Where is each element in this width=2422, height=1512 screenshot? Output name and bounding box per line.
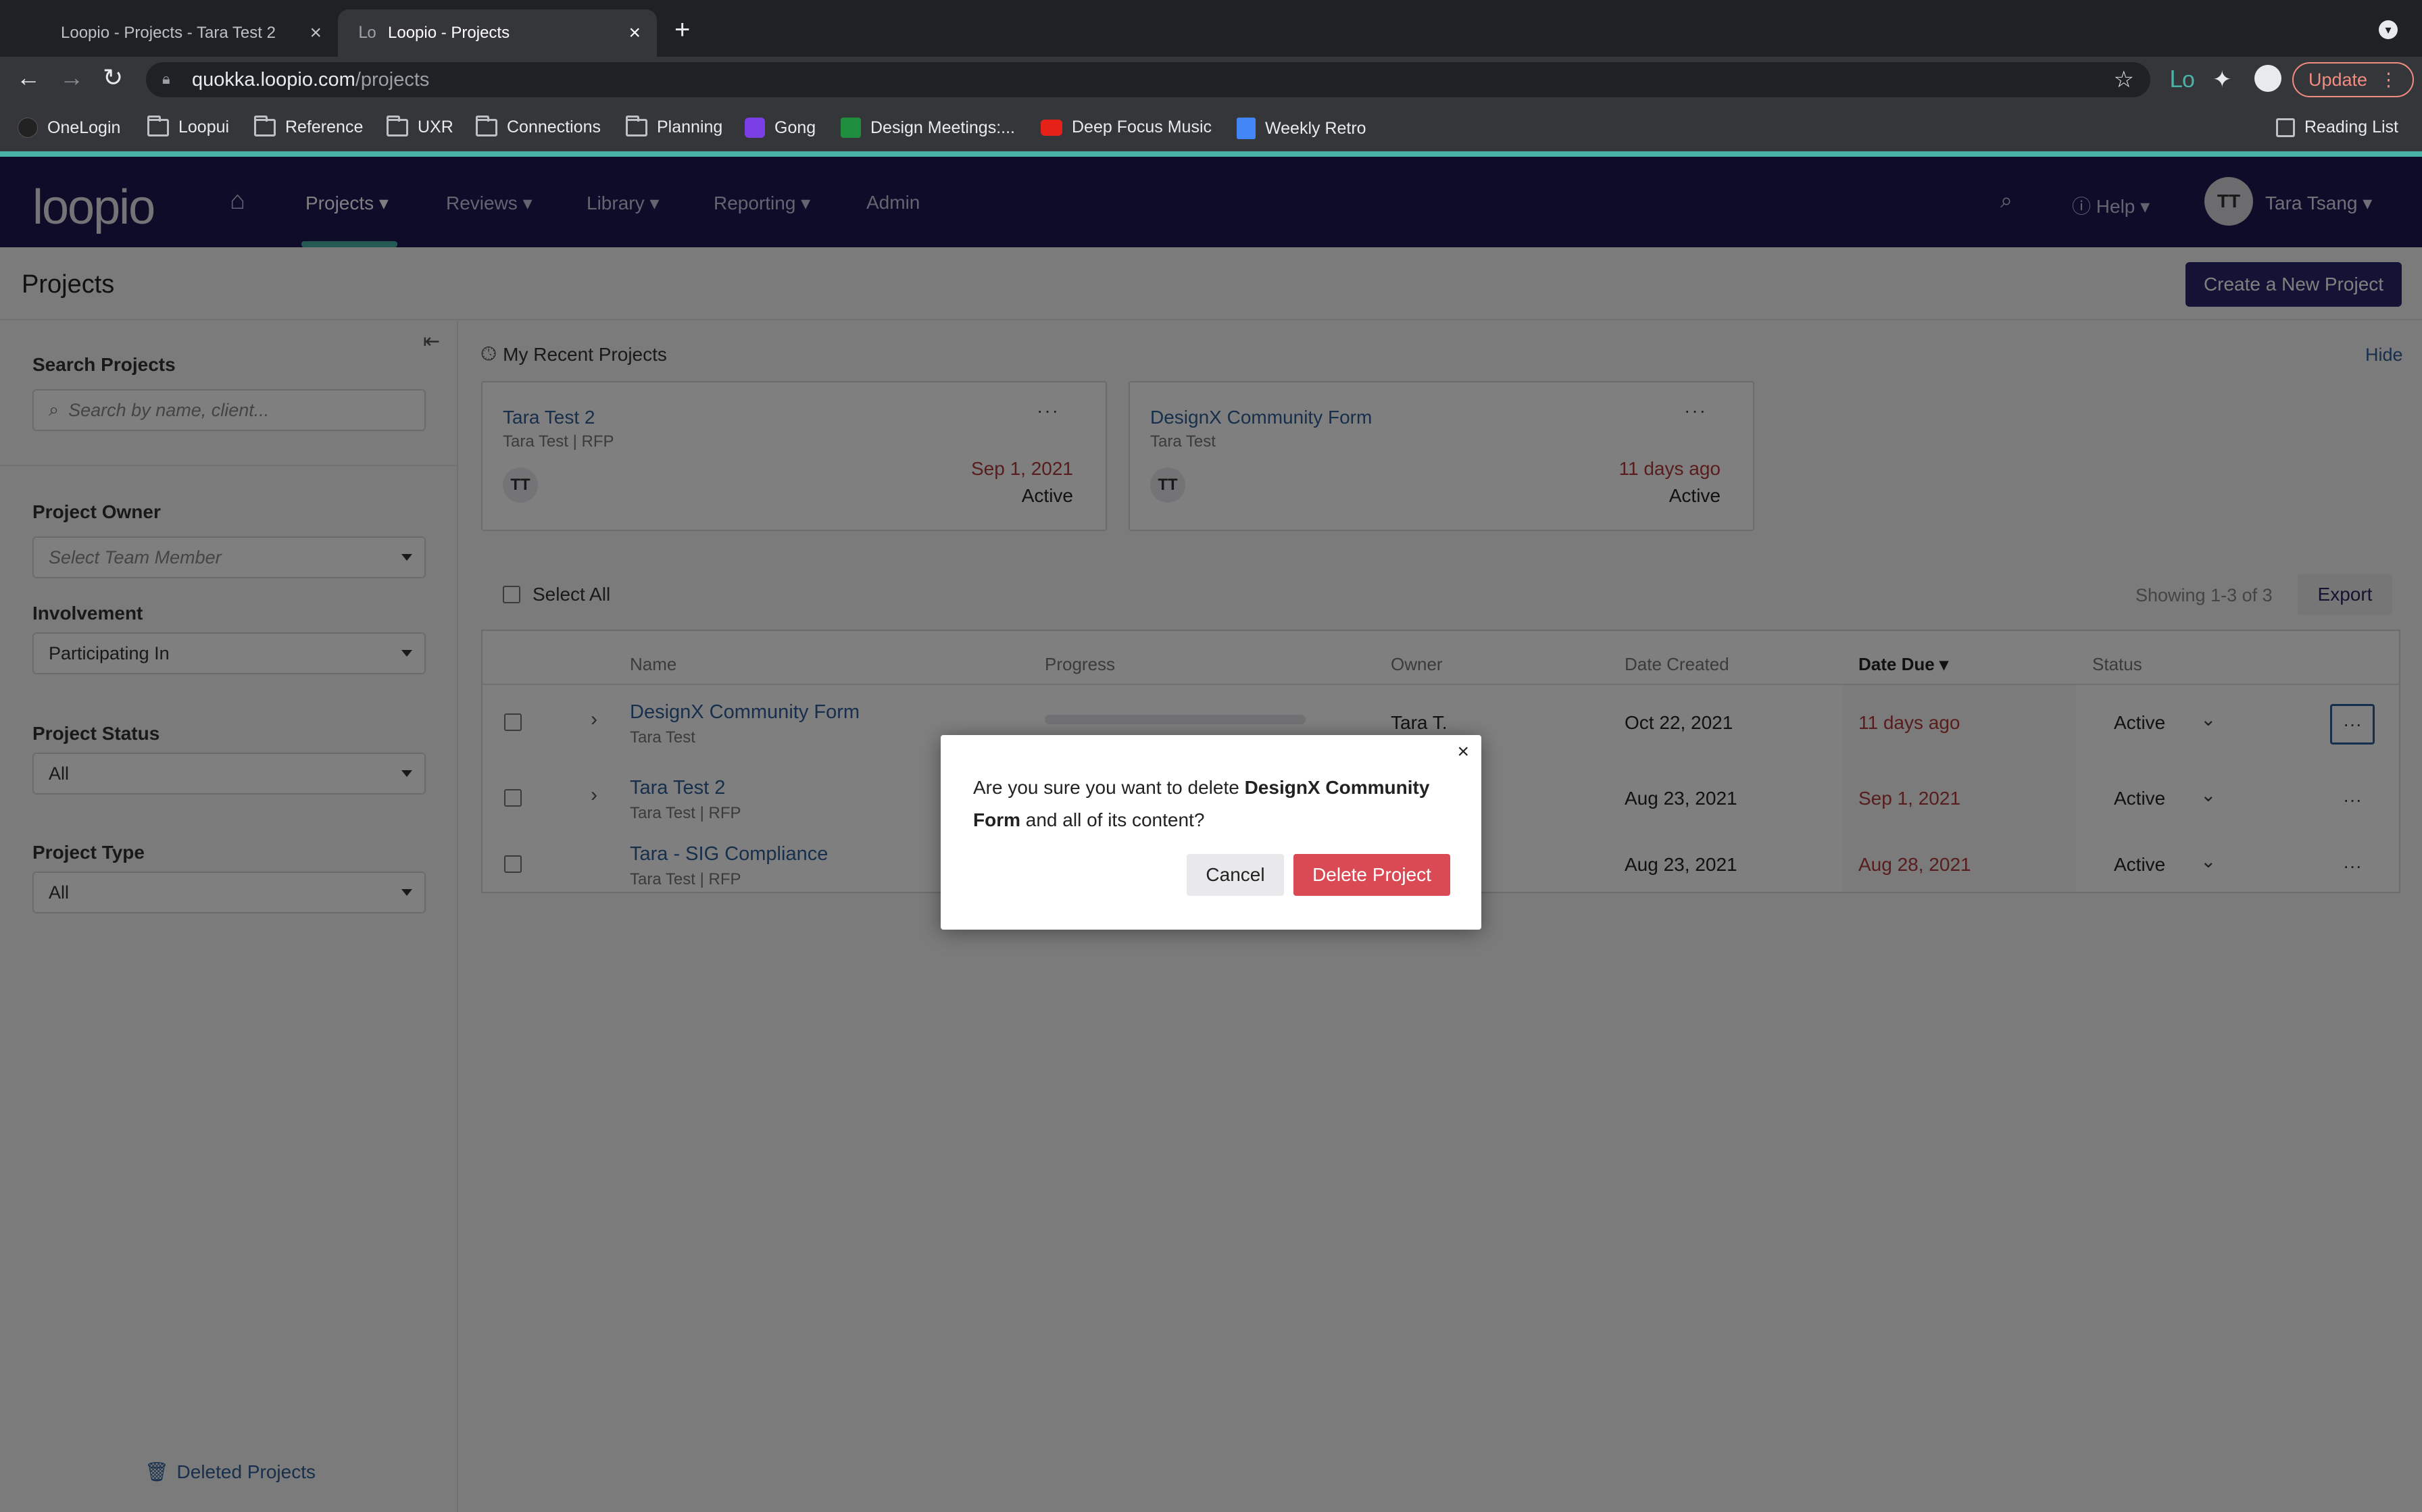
bookmark-label: Loopui [178,118,230,136]
reading-list-label: Reading List [2304,118,2398,136]
folder-icon [476,115,497,136]
more-vertical-icon: ⋮ [2379,69,2398,90]
close-icon[interactable]: × [310,22,322,45]
lock-icon: 🔒︎ [162,70,170,87]
docs-icon [1237,118,1256,139]
gong-icon [745,118,765,138]
folder-icon [254,115,276,136]
onelogin-icon [18,118,38,138]
loopio-favicon-icon: ᒪo [358,24,376,42]
bookmark-weekly-retro[interactable]: Weekly Retro [1237,118,1366,139]
bookmark-connections[interactable]: Connections [476,115,601,137]
loopio-extension-icon[interactable]: ᒪo [2169,66,2195,93]
forward-icon[interactable]: → [59,64,84,92]
youtube-icon [1041,119,1062,136]
close-icon[interactable]: × [628,22,641,45]
tab-search-icon[interactable]: ▾ [2379,20,2398,39]
bookmark-label: Planning [657,118,723,136]
bookmark-gong[interactable]: Gong [745,118,816,138]
address-bar[interactable]: 🔒︎ quokka.loopio.com/projects ☆ [146,62,2150,97]
extensions-puzzle-icon[interactable]: ✦ [2213,66,2232,93]
bookmarks-bar: OneLogin Loopui Reference UXR Connection… [0,103,2422,151]
tab-title: Loopio - Projects [388,24,510,42]
url-text[interactable]: quokka.loopio.com/projects [192,69,429,91]
bookmark-label: Deep Focus Music [1072,118,1212,136]
bookmark-label: Weekly Retro [1265,118,1366,138]
browser-toolbar: ← → ↻ 🔒︎ quokka.loopio.com/projects ☆ ᒪo… [0,57,2422,103]
accent-line [0,151,2422,157]
update-button[interactable]: Update ⋮ [2292,62,2414,97]
dialog-message: Are you sure you want to delete DesignX … [973,772,1460,836]
reading-list-icon [2276,118,2295,137]
bookmark-label: Gong [774,118,816,137]
new-tab-icon[interactable]: + [674,15,690,45]
close-icon[interactable]: × [1457,740,1469,763]
bookmark-label: Reference [285,118,364,136]
bookmark-label: Connections [507,118,601,136]
bookmark-uxr[interactable]: UXR [387,115,453,137]
folder-icon [147,115,169,136]
profile-avatar-icon[interactable] [2254,65,2281,92]
cancel-button[interactable]: Cancel [1187,854,1284,896]
update-label: Update [2308,69,2368,90]
folder-icon [387,115,408,136]
url-path: /projects [355,69,430,91]
msg-prefix: Are you sure you want to delete [973,777,1245,798]
bookmark-label: UXR [418,118,453,136]
bookmark-label: Design Meetings:... [870,118,1015,137]
delete-project-button[interactable]: Delete Project [1293,854,1450,896]
browser-tab-bar: Loopio - Projects - Tara Test 2 × ᒪo Loo… [0,0,2422,57]
bookmark-star-icon[interactable]: ☆ [2114,66,2134,93]
browser-tab-active[interactable]: ᒪo Loopio - Projects × [338,9,657,57]
sheets-icon [841,118,861,138]
bookmark-onelogin[interactable]: OneLogin [18,118,120,138]
delete-confirm-dialog: × Are you sure you want to delete Design… [941,735,1481,930]
reading-list[interactable]: Reading List [2276,118,2398,137]
folder-icon [626,115,647,136]
browser-tab-inactive[interactable]: Loopio - Projects - Tara Test 2 × [41,9,338,57]
bookmark-design-meetings[interactable]: Design Meetings:... [841,118,1015,138]
tab-title: Loopio - Projects - Tara Test 2 [61,24,276,42]
reload-icon[interactable]: ↻ [103,64,123,92]
back-icon[interactable]: ← [16,64,41,92]
bookmark-label: OneLogin [47,118,121,137]
bookmark-deep-focus-music[interactable]: Deep Focus Music [1041,118,1212,137]
url-host: quokka.loopio.com [192,69,355,91]
bookmark-loopui[interactable]: Loopui [147,115,230,137]
msg-suffix: and all of its content? [1020,809,1205,830]
bookmark-reference[interactable]: Reference [254,115,364,137]
bookmark-planning[interactable]: Planning [626,115,723,137]
